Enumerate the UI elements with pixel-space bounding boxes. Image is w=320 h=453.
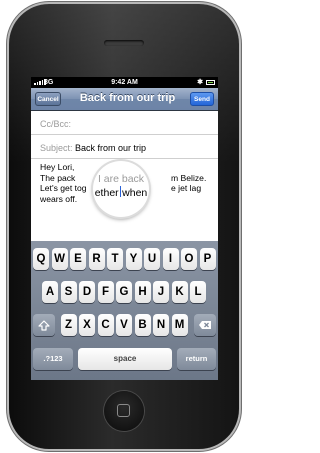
send-button[interactable]: Send xyxy=(190,92,214,106)
subject-label: Subject: xyxy=(40,143,73,153)
key-p[interactable]: P xyxy=(199,248,216,270)
body-line: Let's get tog xyxy=(40,183,87,193)
loupe-text-after: when xyxy=(122,187,148,199)
key-w[interactable]: W xyxy=(51,248,68,270)
cancel-button[interactable]: Cancel xyxy=(35,92,61,106)
key-c[interactable]: C xyxy=(97,314,114,336)
key-g[interactable]: G xyxy=(116,281,132,303)
key-s[interactable]: S xyxy=(60,281,77,303)
bluetooth-icon: ✱ xyxy=(197,79,203,86)
text-cursor xyxy=(119,186,122,197)
loupe-text-before: ether xyxy=(94,187,119,199)
key-k[interactable]: K xyxy=(171,281,188,303)
battery-icon xyxy=(206,80,215,85)
key-n[interactable]: N xyxy=(153,314,169,336)
subject-value[interactable]: Back from our trip xyxy=(75,143,146,153)
loupe-text-lower: ether when xyxy=(93,186,149,199)
key-a[interactable]: A xyxy=(42,281,58,303)
home-square-icon xyxy=(117,404,130,417)
keyboard: Q W E R T Y U I O P A S D F G H J K L Z … xyxy=(31,241,218,380)
key-v[interactable]: V xyxy=(116,314,132,336)
key-b[interactable]: B xyxy=(134,314,151,336)
navigation-bar: Cancel Back from our trip Send xyxy=(31,88,218,111)
body-line: m Belize. xyxy=(171,172,207,183)
cc-bcc-field[interactable]: Cc/Bcc: xyxy=(31,111,218,135)
key-m[interactable]: M xyxy=(171,314,188,336)
delete-backspace-icon xyxy=(199,321,211,330)
numbers-key[interactable]: .?123 xyxy=(33,348,73,370)
key-i[interactable]: I xyxy=(162,248,179,270)
body-line: e jet lag xyxy=(171,183,202,193)
cc-bcc-label: Cc/Bcc: xyxy=(40,119,72,129)
shift-arrow-icon xyxy=(38,319,50,331)
shift-key[interactable] xyxy=(33,314,55,336)
loupe-text-upper: I are back xyxy=(97,173,145,185)
clock: 9:42 AM xyxy=(111,78,138,86)
screen: 3G 9:42 AM ✱ Cancel Back from our trip S… xyxy=(31,77,218,380)
return-key[interactable]: return xyxy=(177,348,216,370)
key-t[interactable]: T xyxy=(107,248,123,270)
text-loupe[interactable]: I are back ether when xyxy=(93,161,149,217)
page-title: Back from our trip xyxy=(79,92,176,104)
key-q[interactable]: Q xyxy=(33,248,49,270)
key-r[interactable]: R xyxy=(88,248,105,270)
key-u[interactable]: U xyxy=(144,248,160,270)
key-y[interactable]: Y xyxy=(125,248,142,270)
key-h[interactable]: H xyxy=(134,281,151,303)
key-l[interactable]: L xyxy=(190,281,206,303)
body-line: The pack xyxy=(40,172,76,183)
key-x[interactable]: X xyxy=(79,314,95,336)
delete-key[interactable] xyxy=(194,314,216,336)
space-key[interactable]: space xyxy=(78,348,172,370)
subject-field[interactable]: Subject: Back from our trip xyxy=(31,135,218,159)
earpiece xyxy=(104,40,144,46)
key-o[interactable]: O xyxy=(181,248,197,270)
key-e[interactable]: E xyxy=(70,248,86,270)
status-bar: 3G 9:42 AM ✱ xyxy=(31,77,218,88)
key-d[interactable]: D xyxy=(79,281,95,303)
key-z[interactable]: Z xyxy=(60,314,77,336)
key-f[interactable]: F xyxy=(97,281,114,303)
key-j[interactable]: J xyxy=(153,281,169,303)
